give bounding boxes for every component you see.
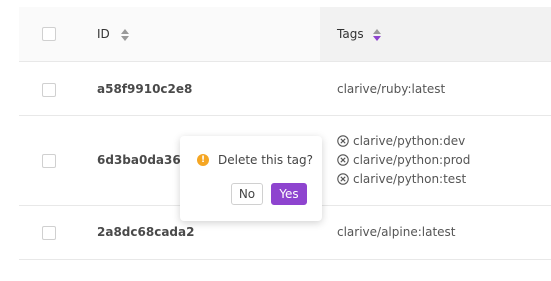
remove-tag-icon[interactable] — [337, 135, 349, 147]
row-checkbox[interactable] — [42, 83, 56, 97]
delete-tag-popconfirm: ! Delete this tag? No Yes — [180, 136, 322, 221]
warning-icon: ! — [197, 154, 209, 166]
remove-tag-icon[interactable] — [337, 154, 349, 166]
tags-table: ID Tags a58f9910c2e8 clarive/ruby:latest… — [19, 7, 551, 260]
tag-item: clarive/python:dev — [337, 134, 465, 148]
row-tag: clarive/alpine:latest — [337, 225, 456, 239]
select-all-checkbox[interactable] — [42, 27, 56, 41]
id-sort-icon[interactable] — [121, 29, 129, 43]
tags-sort-icon[interactable] — [373, 29, 381, 43]
row-id: 2a8dc68cada2 — [97, 225, 195, 239]
tag-item: clarive/python:test — [337, 172, 466, 186]
row-checkbox[interactable] — [42, 154, 56, 168]
tag-label: clarive/python:prod — [353, 153, 471, 167]
tag-label: clarive/python:test — [353, 172, 467, 186]
row-id: 6d3ba0da369 — [97, 153, 190, 167]
tags-column-header[interactable]: Tags — [337, 27, 364, 41]
tag-label: clarive/python:dev — [353, 134, 466, 148]
id-column-header[interactable]: ID — [97, 27, 110, 41]
table-row: a58f9910c2e8 clarive/ruby:latest — [19, 62, 551, 116]
confirm-button[interactable]: Yes — [271, 183, 307, 205]
row-id: a58f9910c2e8 — [97, 82, 193, 96]
row-tag: clarive/ruby:latest — [337, 82, 446, 96]
popconfirm-message: Delete this tag? — [218, 153, 313, 167]
tag-item: clarive/python:prod — [337, 153, 470, 167]
table-header: ID Tags — [19, 7, 551, 62]
cancel-button[interactable]: No — [231, 183, 263, 205]
row-checkbox[interactable] — [42, 226, 56, 240]
remove-tag-icon[interactable] — [337, 173, 349, 185]
